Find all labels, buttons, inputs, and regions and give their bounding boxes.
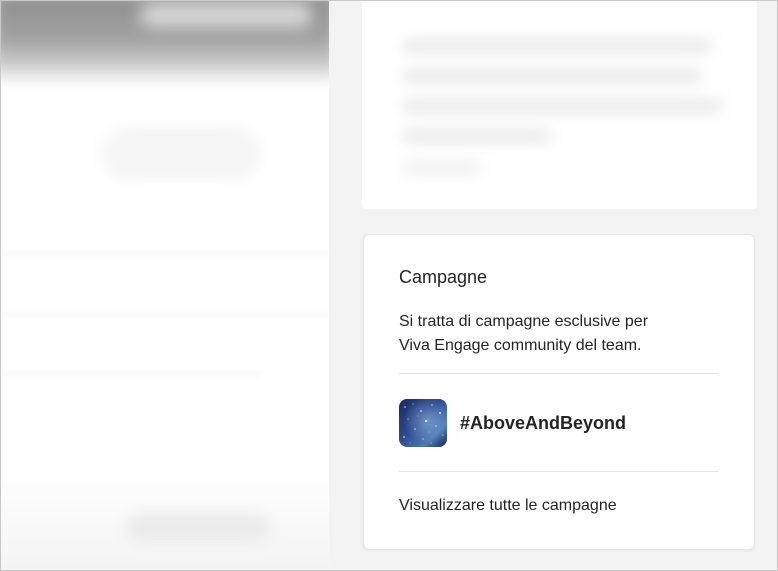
blurred-divider	[1, 313, 329, 315]
campaigns-description: Si tratta di campagne esclusive per Viva…	[399, 310, 689, 358]
blurred-text-line	[402, 129, 552, 143]
campaigns-description-line: Viva Engage community del team.	[399, 337, 642, 354]
blurred-top-card	[362, 1, 757, 209]
campaigns-title: Campagne	[399, 267, 488, 287]
divider	[399, 373, 719, 374]
blurred-content-block	[101, 126, 261, 181]
blurred-text-line	[402, 99, 722, 113]
left-pane-blurred	[1, 1, 329, 570]
divider	[399, 471, 719, 472]
right-sidebar: Campagne Si tratta di campagne esclusive…	[329, 1, 777, 570]
blurred-text-line	[402, 161, 482, 175]
app-window: Campagne Si tratta di campagne esclusive…	[0, 0, 778, 571]
see-all-campaigns-link[interactable]: Visualizzare tutte le campagne	[399, 497, 617, 515]
starry-night-image	[399, 399, 447, 447]
blurred-divider	[1, 373, 261, 375]
blurred-divider	[1, 253, 329, 255]
campaign-name: #AboveAndBeyond	[460, 412, 627, 433]
campaign-item-aboveandbeyond[interactable]: #AboveAndBeyond	[399, 399, 719, 447]
blurred-button	[126, 513, 271, 543]
campaigns-card: Campagne Si tratta di campagne esclusive…	[363, 234, 755, 550]
blurred-header-highlight	[141, 3, 311, 27]
blurred-text-line	[402, 69, 702, 83]
blurred-text-line	[402, 39, 712, 53]
campaigns-description-line: Si tratta di campagne esclusive per	[399, 313, 649, 330]
